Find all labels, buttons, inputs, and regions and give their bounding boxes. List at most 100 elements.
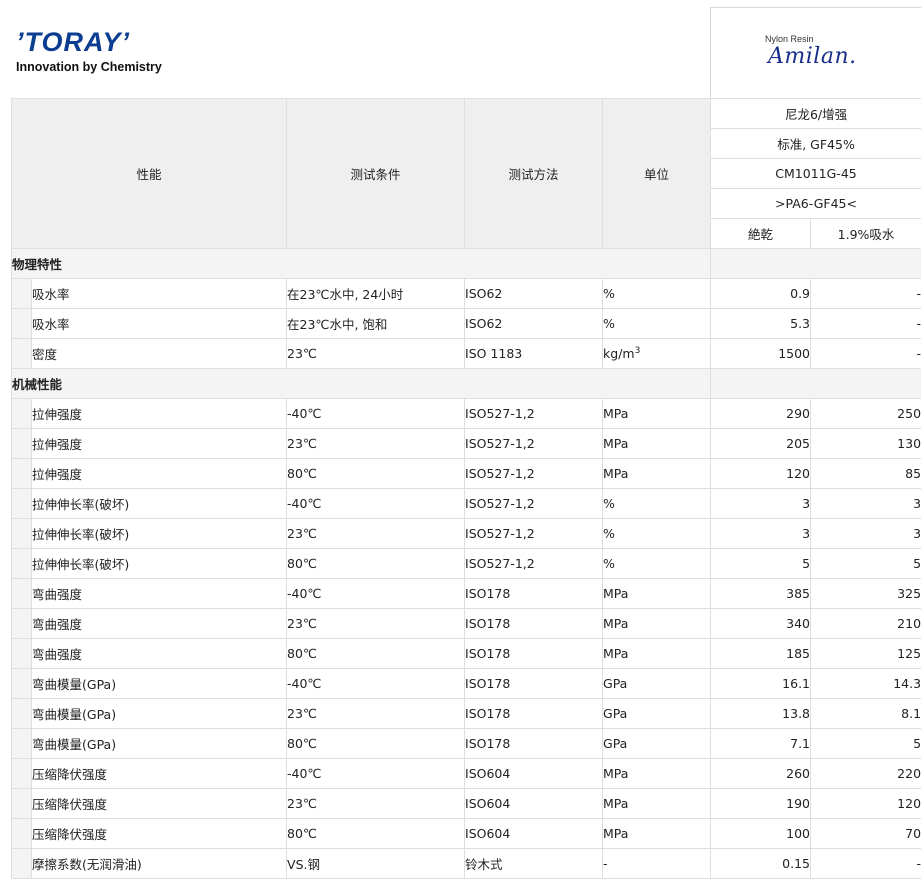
unit-cell: GPa — [602, 668, 712, 699]
method-cell: ISO527-1,2 — [464, 428, 604, 459]
column-header-unit: 单位 — [602, 98, 712, 249]
unit-cell: % — [602, 548, 712, 579]
property-cell: 摩擦系数(无润滑油) — [30, 848, 288, 879]
table-row: 拉伸伸长率(破坏) 80℃ ISO527-1,2% 5 5 — [11, 548, 921, 579]
section-header-row: 物理特性 — [10, 248, 921, 279]
method-cell: ISO527-1,2 — [464, 398, 604, 429]
property-cell: 拉伸伸长率(破坏) — [30, 488, 288, 519]
wet-value-cell: 5 — [810, 728, 921, 759]
row-indent — [11, 638, 32, 669]
wet-value-cell: - — [810, 338, 921, 369]
row-indent — [11, 788, 32, 819]
table-row: 弯曲模量(GPa) -40℃ ISO178 GPa 16.1 14.3 — [11, 668, 921, 699]
method-cell: ISO527-1,2 — [464, 548, 604, 579]
section-header-row: 机械性能 — [10, 368, 921, 399]
row-indent — [11, 398, 32, 429]
column-header-condition: 测试条件 — [286, 98, 466, 249]
dry-value-cell: 260 — [710, 758, 812, 789]
row-indent — [11, 608, 32, 639]
condition-cell: -40℃ — [286, 578, 466, 609]
row-indent — [11, 758, 32, 789]
method-cell: ISO604 — [464, 758, 604, 789]
wet-value-cell: 325 — [810, 578, 921, 609]
method-cell: ISO178 — [464, 728, 604, 759]
table-row: 密度 23℃ ISO 1183 kg/m3 1500- — [11, 338, 921, 369]
product-logo-box: Nylon Resin Amilan. — [710, 7, 921, 99]
row-indent — [11, 278, 32, 309]
dry-column-header: 絶乾 — [710, 218, 812, 249]
condition-cell: -40℃ — [286, 398, 466, 429]
method-cell: ISO604 — [464, 788, 604, 819]
row-indent — [11, 308, 32, 339]
row-indent — [11, 518, 32, 549]
dry-value-cell: 16.1 — [710, 668, 812, 699]
unit-cell: MPa — [602, 638, 712, 669]
section-spacer — [710, 368, 921, 399]
property-cell: 吸水率 — [30, 308, 288, 339]
unit-cell: MPa — [602, 458, 712, 489]
unit-cell: kg/m3 — [602, 338, 712, 369]
dry-value-cell: 0.15 — [710, 848, 812, 879]
table-row: 拉伸强度 -40℃ ISO527-1,2 MPa 290 250 — [11, 398, 921, 429]
unit-cell: MPa — [602, 428, 712, 459]
wet-value-cell: 120 — [810, 788, 921, 819]
unit-cell: % — [602, 488, 712, 519]
column-header-property: 性能 — [10, 98, 288, 249]
grade-type-label: 标准, GF45% — [710, 128, 921, 159]
wet-column-header: 1.9%吸水 — [810, 218, 921, 249]
unit-cell: - — [602, 848, 712, 879]
table-row: 弯曲强度 -40℃ ISO178 MPa 385 325 — [11, 578, 921, 609]
toray-wordmark: ’TORAY’ — [16, 27, 131, 57]
property-cell: 拉伸强度 — [30, 398, 288, 429]
section-title: 物理特性 — [10, 248, 712, 279]
table-row: 吸水率 在23℃水中, 24小时 ISO62% 0.9- — [11, 278, 921, 309]
dry-value-cell: 7.1 — [710, 728, 812, 759]
property-cell: 密度 — [30, 338, 288, 369]
property-cell: 弯曲强度 — [30, 608, 288, 639]
method-cell: ISO604 — [464, 818, 604, 849]
table-row: 摩擦系数(无润滑油) VS.钢 铃木式 -0.15- — [11, 848, 921, 879]
section-spacer — [710, 248, 921, 279]
dry-value-cell: 5.3 — [710, 308, 812, 339]
condition-cell: 80℃ — [286, 548, 466, 579]
unit-cell: % — [602, 278, 712, 309]
table-row: 弯曲强度 23℃ ISO178 MPa 340 210 — [11, 608, 921, 639]
unit-text: kg/m — [603, 346, 635, 362]
condition-cell: VS.钢 — [286, 848, 466, 879]
table-row: 吸水率 在23℃水中, 饱和 ISO62% 5.3- — [11, 308, 921, 339]
row-indent — [11, 848, 32, 879]
method-cell: ISO527-1,2 — [464, 458, 604, 489]
table-row: 压缩降伏强度 23℃ ISO604 MPa 190 120 — [11, 788, 921, 819]
dry-value-cell: 3 — [710, 518, 812, 549]
property-cell: 弯曲强度 — [30, 578, 288, 609]
unit-cell: MPa — [602, 788, 712, 819]
unit-cell: MPa — [602, 578, 712, 609]
material-label: 尼龙6/增强 — [710, 98, 921, 129]
property-cell: 拉伸强度 — [30, 428, 288, 459]
method-cell: ISO527-1,2 — [464, 488, 604, 519]
table-row: 压缩降伏强度 80℃ ISO604 MPa 100 70 — [11, 818, 921, 849]
toray-logo: ’TORAY’ Innovation by Chemistry — [16, 28, 162, 74]
unit-cell: % — [602, 518, 712, 549]
row-indent — [11, 578, 32, 609]
condition-cell: 23℃ — [286, 788, 466, 819]
method-cell: 铃木式 — [464, 848, 604, 879]
dry-value-cell: 3 — [710, 488, 812, 519]
wet-value-cell: - — [810, 278, 921, 309]
property-cell: 弯曲模量(GPa) — [30, 728, 288, 759]
dry-value-cell: 190 — [710, 788, 812, 819]
row-indent — [11, 698, 32, 729]
table-row: 弯曲模量(GPa) 23℃ ISO178 GPa 13.8 8.1 — [11, 698, 921, 729]
table-row: 拉伸伸长率(破坏) 23℃ ISO527-1,2% 3 3 — [11, 518, 921, 549]
wet-value-cell: - — [810, 848, 921, 879]
header-row-material: 性能 测试条件 测试方法 单位 尼龙6/增强 — [10, 98, 921, 249]
condition-cell: 23℃ — [286, 338, 466, 369]
property-cell: 拉伸伸长率(破坏) — [30, 518, 288, 549]
property-cell: 弯曲模量(GPa) — [30, 698, 288, 729]
wet-value-cell: 220 — [810, 758, 921, 789]
condition-cell: -40℃ — [286, 758, 466, 789]
wet-value-cell: 3 — [810, 518, 921, 549]
dry-value-cell: 1500 — [710, 338, 812, 369]
property-cell: 吸水率 — [30, 278, 288, 309]
method-cell: ISO178 — [464, 608, 604, 639]
